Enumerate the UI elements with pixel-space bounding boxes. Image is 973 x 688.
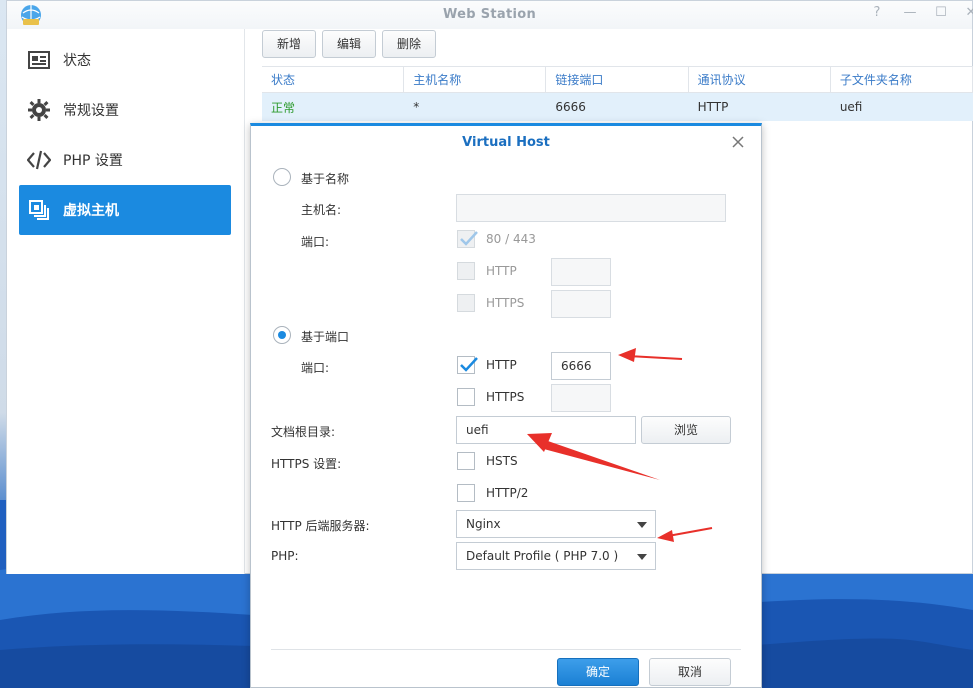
sidebar-item-php-settings[interactable]: PHP 设置 [19, 135, 231, 185]
checkmark-icon [460, 357, 478, 372]
sidebar-item-general-settings[interactable]: 常规设置 [19, 85, 231, 135]
http2-label: HTTP/2 [486, 486, 529, 500]
help-button[interactable]: ? [867, 5, 887, 23]
doc-root-label: 文档根目录: [271, 425, 336, 439]
by-name-label: 基于名称 [301, 172, 350, 186]
php-profile-select[interactable]: Default Profile ( PHP 7.0 ) [456, 542, 656, 570]
name-https-port-input[interactable] [551, 290, 611, 318]
http2-checkbox[interactable] [457, 484, 475, 502]
close-window-button[interactable]: ✕ [961, 5, 973, 23]
table-row[interactable]: 正常 * 6666 HTTP uefi [262, 93, 973, 121]
row-hostname: * [413, 100, 420, 114]
column-header-status[interactable]: 状态 [262, 67, 405, 92]
virtual-host-icon [27, 198, 51, 222]
footer-divider [271, 649, 741, 650]
chevron-down-icon [637, 554, 647, 560]
sidebar: 状态 常规设置 PHP 设置 虚拟主机 [7, 29, 245, 574]
row-folder: uefi [839, 100, 863, 114]
virtual-host-table: 状态 主机名称 链接端口 通讯协议 子文件夹名称 正常 * 6666 HTTP … [262, 66, 973, 121]
default-ports-label: 80 / 443 [486, 232, 536, 246]
port-http-checkbox[interactable] [457, 356, 478, 374]
default-ports-checkbox[interactable] [457, 230, 478, 248]
sidebar-item-label: 虚拟主机 [63, 203, 119, 219]
dialog-title: Virtual Host [462, 135, 550, 150]
php-select-value: Default Profile ( PHP 7.0 ) [466, 549, 619, 563]
code-icon [27, 148, 51, 172]
doc-root-input[interactable]: uefi [456, 416, 636, 444]
backend-label: HTTP 后端服务器: [271, 519, 370, 533]
hostname-label: 主机名: [301, 203, 342, 217]
cancel-button[interactable]: 取消 [649, 658, 731, 686]
chevron-down-icon [637, 522, 647, 528]
name-http-label: HTTP [486, 264, 517, 278]
port-https-label: HTTPS [486, 390, 525, 404]
table-header: 状态 主机名称 链接端口 通讯协议 子文件夹名称 [262, 66, 973, 93]
window-titlebar[interactable]: Web Station ? — ☐ ✕ [7, 1, 973, 29]
column-header-port[interactable]: 链接端口 [546, 67, 689, 92]
minimize-button[interactable]: — [900, 5, 920, 23]
http-port-input[interactable]: 6666 [551, 352, 611, 380]
port-https-checkbox[interactable] [457, 388, 475, 406]
by-port-label: 基于端口 [301, 330, 350, 344]
ok-button[interactable]: 确定 [557, 658, 639, 686]
by-port-radio[interactable] [273, 326, 291, 344]
port-label-2: 端口: [301, 361, 330, 375]
browse-button[interactable]: 浏览 [641, 416, 731, 444]
gear-icon [27, 98, 51, 122]
column-header-hostname[interactable]: 主机名称 [404, 67, 547, 92]
hsts-label: HSTS [486, 454, 518, 468]
name-https-label: HTTPS [486, 296, 525, 310]
backend-select[interactable]: Nginx [456, 510, 656, 538]
name-http-checkbox[interactable] [457, 262, 475, 280]
sidebar-item-label: 常规设置 [63, 103, 119, 119]
row-port: 6666 [555, 100, 586, 114]
name-http-port-input[interactable] [551, 258, 611, 286]
port-http-label: HTTP [486, 358, 517, 372]
by-name-radio[interactable] [273, 168, 291, 186]
checkmark-icon [460, 231, 478, 246]
edit-button[interactable]: 编辑 [322, 30, 376, 58]
php-label: PHP: [271, 549, 299, 563]
sidebar-item-label: 状态 [63, 53, 91, 69]
sidebar-item-virtual-host[interactable]: 虚拟主机 [19, 185, 231, 235]
sidebar-item-status[interactable]: 状态 [19, 35, 231, 85]
status-icon [27, 48, 51, 72]
port-label: 端口: [301, 235, 330, 249]
column-header-protocol[interactable]: 通讯协议 [689, 67, 831, 92]
https-settings-label: HTTPS 设置: [271, 457, 342, 471]
maximize-button[interactable]: ☐ [931, 5, 951, 23]
virtual-host-dialog: Virtual Host 基于名称 主机名: 端口: 80 / 443 HTTP… [250, 123, 762, 688]
row-status: 正常 [271, 100, 296, 115]
hostname-input[interactable] [456, 194, 726, 222]
delete-button[interactable]: 删除 [382, 30, 436, 58]
column-header-folder[interactable]: 子文件夹名称 [831, 67, 973, 92]
backend-select-value: Nginx [466, 517, 501, 531]
close-icon[interactable] [730, 134, 746, 150]
https-port-input[interactable] [551, 384, 611, 412]
window-title: Web Station [442, 7, 537, 22]
add-button[interactable]: 新增 [262, 30, 316, 58]
row-protocol: HTTP [697, 100, 729, 114]
name-https-checkbox[interactable] [457, 294, 475, 312]
sidebar-item-label: PHP 设置 [63, 153, 123, 169]
hsts-checkbox[interactable] [457, 452, 475, 470]
